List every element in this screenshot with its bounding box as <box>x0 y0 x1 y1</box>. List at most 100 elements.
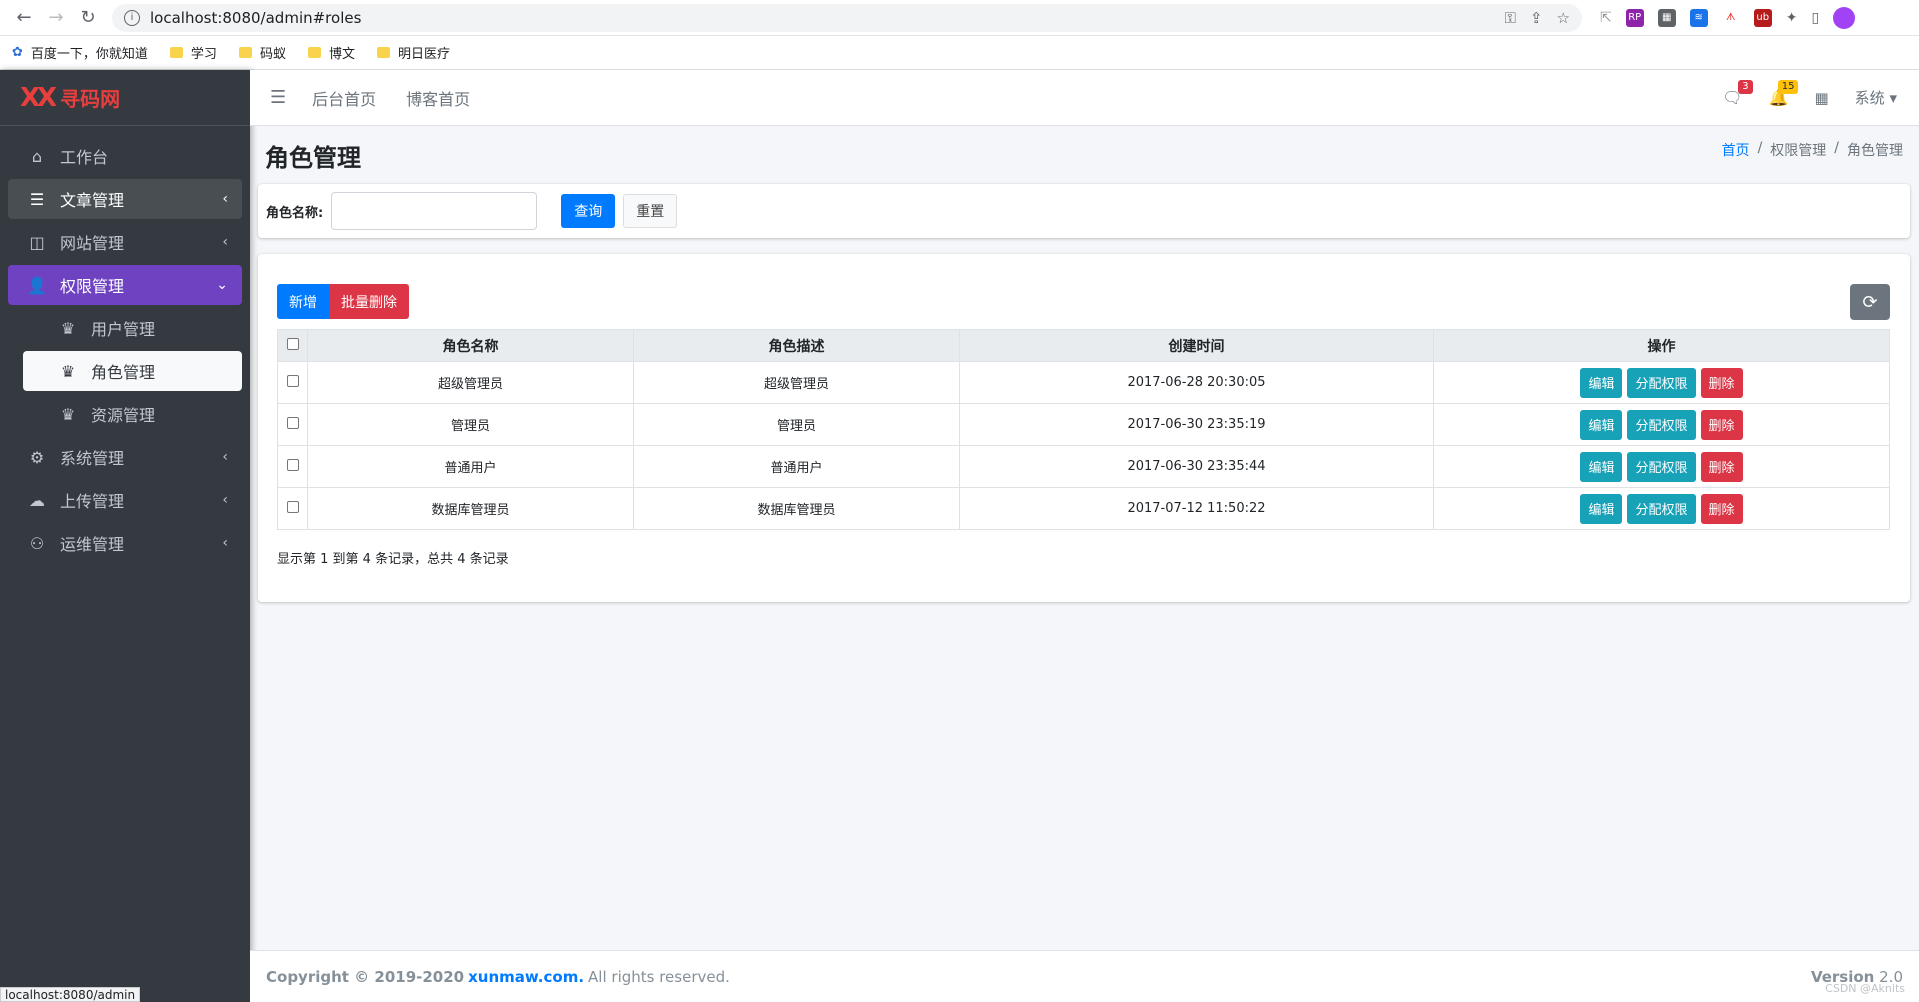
sidebar: XX 寻码网 ⌂ 工作台 ☰ 文章管理 ‹ ◫ 网站管理 ‹ 👤 权限管理 ⌄ … <box>0 70 250 1002</box>
assign-permissions-button[interactable]: 分配权限 <box>1627 409 1696 440</box>
select-all-cell <box>277 329 308 362</box>
query-button[interactable]: 查询 <box>561 194 616 228</box>
hamburger-menu-icon[interactable]: ☰ <box>270 87 286 108</box>
edit-button[interactable]: 编辑 <box>1580 451 1623 482</box>
add-button[interactable]: 新增 <box>277 284 329 319</box>
profile-avatar[interactable] <box>1833 6 1856 29</box>
row-checkbox[interactable] <box>286 500 299 513</box>
breadcrumb-current: 角色管理 <box>1847 143 1903 159</box>
cloud-upload-icon: ☁ <box>29 490 45 510</box>
forward-icon[interactable]: → <box>40 2 72 34</box>
sidebar-item-resources[interactable]: ♛ 资源管理 <box>23 394 242 434</box>
system-dropdown[interactable]: 系统 ▾ <box>1855 87 1897 108</box>
bookmark-folder[interactable]: 明日医疗 <box>376 43 450 62</box>
puzzle-icon[interactable]: ✦ <box>1786 10 1798 26</box>
rights-text: All rights reserved. <box>588 967 730 986</box>
row-select-cell <box>277 445 308 488</box>
assign-permissions-button[interactable]: 分配权限 <box>1627 367 1696 398</box>
column-header[interactable]: 角色名称 <box>307 329 634 362</box>
sidebar-item-upload[interactable]: ☁ 上传管理 ‹ <box>8 480 242 520</box>
status-url-tooltip: localhost:8080/admin <box>0 987 141 1002</box>
share-icon[interactable]: ⇪ <box>1530 9 1543 27</box>
caret-down-icon: ▾ <box>1889 89 1897 107</box>
site-link[interactable]: xunmaw.com. <box>468 968 584 986</box>
grid-icon[interactable]: ▦ <box>1814 89 1828 107</box>
delete-button[interactable]: 删除 <box>1700 451 1743 482</box>
address-bar[interactable]: i localhost:8080/admin#roles ⚿ ⇪ ☆ <box>112 3 1582 32</box>
sidebar-item-label: 系统管理 <box>60 449 125 468</box>
actions-cell: 编辑 分配权限 删除 <box>1433 361 1890 404</box>
table-toolbar: 新增 批量删除 <box>277 284 409 319</box>
page-title: 角色管理 <box>265 144 361 172</box>
delete-button[interactable]: 删除 <box>1700 493 1743 524</box>
bookmark-baidu[interactable]: ✿ 百度一下，你就知道 <box>12 43 148 62</box>
star-icon[interactable]: ☆ <box>1557 9 1570 27</box>
sidebar-item-dashboard[interactable]: ⌂ 工作台 <box>8 136 242 176</box>
bookmark-label: 学习 <box>190 47 217 62</box>
edit-button[interactable]: 编辑 <box>1580 493 1623 524</box>
row-checkbox[interactable] <box>286 374 299 387</box>
assign-permissions-button[interactable]: 分配权限 <box>1627 451 1696 482</box>
notifications-button[interactable]: 🔔 15 <box>1769 80 1799 107</box>
select-all-checkbox[interactable] <box>286 337 299 350</box>
reset-button[interactable]: 重置 <box>623 194 678 228</box>
sidebar-item-system[interactable]: ⚙ 系统管理 ‹ <box>8 437 242 477</box>
column-header[interactable]: 创建时间 <box>959 329 1434 362</box>
sidepanel-icon[interactable]: ▯ <box>1811 10 1819 26</box>
assign-permissions-button[interactable]: 分配权限 <box>1627 493 1696 524</box>
user-lock-icon: 👤 <box>27 275 47 295</box>
store-ext-icon[interactable]: ▦ <box>1657 8 1676 27</box>
bookmark-label: 明日医疗 <box>397 47 450 62</box>
actions-cell: 编辑 分配权限 删除 <box>1433 445 1890 488</box>
sidebar-item-website[interactable]: ◫ 网站管理 ‹ <box>8 222 242 262</box>
row-checkbox[interactable] <box>286 416 299 429</box>
rp-ext-icon[interactable]: RP <box>1625 8 1644 27</box>
ublock-ext-icon[interactable]: ub <box>1753 8 1772 27</box>
row-checkbox[interactable] <box>286 458 299 471</box>
cursor-ext-icon[interactable]: ⇱ <box>1600 10 1612 26</box>
sidebar-item-ops[interactable]: ⚇ 运维管理 ‹ <box>8 523 242 563</box>
column-header[interactable]: 角色描述 <box>633 329 960 362</box>
bookmark-folder[interactable]: 博文 <box>307 43 355 62</box>
role-desc-cell: 数据库管理员 <box>633 487 960 530</box>
bookmark-label: 码蚁 <box>259 47 286 62</box>
key-icon[interactable]: ⚿ <box>1505 9 1516 27</box>
created-time-cell: 2017-07-12 11:50:22 <box>959 487 1434 530</box>
refresh-button[interactable]: ⟳ <box>1850 284 1890 320</box>
role-name-cell: 普通用户 <box>307 445 634 488</box>
bookmark-folder[interactable]: 码蚁 <box>238 43 286 62</box>
site-info-icon[interactable]: i <box>124 9 140 26</box>
messages-button[interactable]: 🗨 3 <box>1722 80 1753 107</box>
delete-button[interactable]: 删除 <box>1700 367 1743 398</box>
role-desc-cell: 普通用户 <box>633 445 960 488</box>
sidebar-item-label: 网站管理 <box>60 234 125 253</box>
sidebar-item-label: 角色管理 <box>91 363 156 382</box>
layers-ext-icon[interactable]: ≋ <box>1689 8 1708 27</box>
role-name-input[interactable] <box>331 192 538 230</box>
back-icon[interactable]: ← <box>8 2 40 34</box>
nav-admin-home[interactable]: 后台首页 <box>312 86 376 110</box>
breadcrumb-home[interactable]: 首页 <box>1722 140 1750 160</box>
nav-blog-home[interactable]: 博客首页 <box>406 86 470 110</box>
reload-icon[interactable]: ↻ <box>72 2 104 34</box>
edit-button[interactable]: 编辑 <box>1580 409 1623 440</box>
breadcrumb-separator: / <box>1757 140 1763 156</box>
sidebar-item-roles[interactable]: ♛ 角色管理 <box>23 351 242 391</box>
edit-button[interactable]: 编辑 <box>1580 367 1623 398</box>
breadcrumb: 首页 / 权限管理 / 角色管理 <box>1722 140 1903 160</box>
brand[interactable]: XX 寻码网 <box>0 70 250 126</box>
bookmark-folder[interactable]: 学习 <box>169 43 217 62</box>
tree-ext-icon[interactable]: ᗑ <box>1721 8 1740 27</box>
top-navbar: ☰ 后台首页 博客首页 🗨 3 🔔 15 ▦ 系统 ▾ <box>250 70 1919 126</box>
people-icon: ⚇ <box>29 533 45 553</box>
batch-delete-button[interactable]: 批量删除 <box>329 284 409 319</box>
system-label: 系统 <box>1854 89 1885 107</box>
actions-cell: 编辑 分配权限 删除 <box>1433 403 1890 446</box>
role-name-cell: 数据库管理员 <box>307 487 634 530</box>
sidebar-item-permissions[interactable]: 👤 权限管理 ⌄ <box>8 265 242 305</box>
baidu-icon: ✿ <box>12 45 23 60</box>
sidebar-item-users[interactable]: ♛ 用户管理 <box>23 308 242 348</box>
sidebar-item-articles[interactable]: ☰ 文章管理 ‹ <box>8 179 242 219</box>
delete-button[interactable]: 删除 <box>1700 409 1743 440</box>
breadcrumb-separator: / <box>1834 140 1839 156</box>
